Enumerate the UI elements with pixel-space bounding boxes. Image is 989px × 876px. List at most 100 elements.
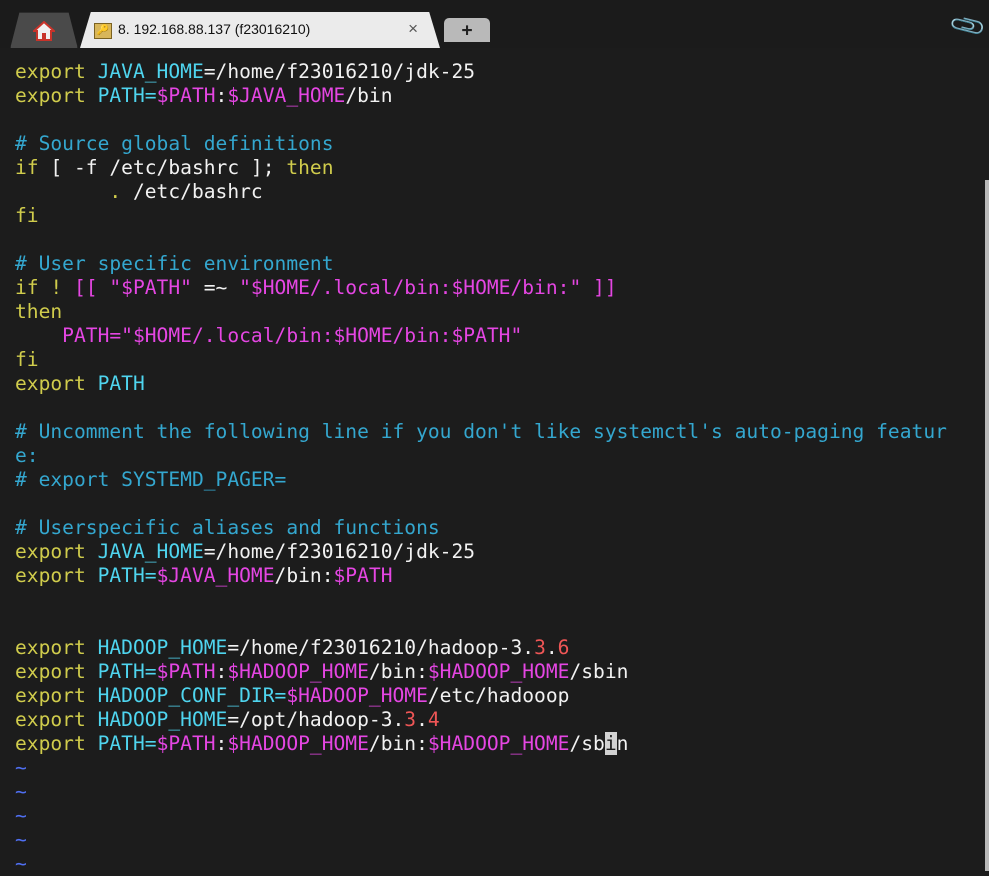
code-token: : [215, 84, 228, 107]
code-token: # Source global definitions [15, 132, 334, 155]
code-token: $HADOOP_HOME [286, 684, 428, 707]
text-cursor: i [604, 732, 617, 755]
code-token: # export SYSTEMD_PAGER= [15, 468, 287, 491]
code-token: $JAVA_HOME [156, 564, 275, 587]
home-tab[interactable] [10, 12, 78, 49]
editor-line: PATH="$HOME/.local/bin:$HOME/bin:$PATH" [15, 324, 522, 348]
code-token: PATH= [97, 732, 157, 755]
code-token: e: [15, 444, 39, 467]
code-token: 3 [404, 708, 417, 731]
editor-line: export PATH=$PATH:$HADOOP_HOME/bin:$HADO… [15, 660, 628, 684]
plus-icon: + [461, 19, 473, 41]
paperclip-icon[interactable]: 📎 [948, 6, 989, 46]
code-token: /bin [345, 84, 393, 107]
code-token: =/opt/hadoop-3. [227, 708, 405, 731]
editor-line: export JAVA_HOME=/home/f23016210/jdk-25 [15, 540, 475, 564]
session-tab[interactable]: 🔑 8. 192.168.88.137 (f23016210) × [80, 12, 440, 48]
code-token: /bin: [368, 660, 428, 683]
code-token: 6 [557, 636, 570, 659]
code-token: then [286, 156, 334, 179]
close-icon[interactable]: × [408, 19, 418, 39]
editor-line: export HADOOP_HOME=/opt/hadoop-3.3.4 [15, 708, 440, 732]
code-token: $PATH [333, 564, 393, 587]
code-token: "$HOME/.local/bin:$HOME/bin:$PATH" [121, 324, 523, 347]
code-token: # Uncomment the following line if you do… [15, 420, 947, 443]
code-token: $JAVA_HOME [227, 84, 346, 107]
editor-line: ~ [15, 828, 27, 852]
code-token: /bin: [368, 732, 428, 755]
home-icon [33, 21, 55, 41]
editor-line: # User specific environment [15, 252, 334, 276]
editor-line: # export SYSTEMD_PAGER= [15, 468, 286, 492]
code-token: /etc/hadooop [427, 684, 570, 707]
editor-line: e: [15, 444, 39, 468]
editor-line: ~ [15, 804, 27, 828]
code-token: /etc/bashrc [132, 180, 263, 203]
code-token: =/home/f23016210/hadoop-3. [227, 636, 535, 659]
code-token: HADOOP_HOME [97, 708, 228, 731]
editor-line: export HADOOP_CONF_DIR=$HADOOP_HOME/etc/… [15, 684, 569, 708]
code-token: $PATH [156, 660, 216, 683]
code-token: # User specific environment [15, 252, 334, 275]
code-token: =~ [191, 276, 240, 299]
code-token: . [416, 708, 428, 731]
code-token: fi [15, 348, 39, 371]
editor-line: fi [15, 204, 39, 228]
code-token: fi [15, 204, 39, 227]
code-token: PATH= [97, 84, 157, 107]
code-token: export [15, 732, 98, 755]
terminal-editor[interactable]: export JAVA_HOME=/home/f23016210/jdk-25 e… [0, 48, 985, 875]
code-token: "$HOME/.local/bin:$HOME/bin:" [239, 276, 582, 299]
code-token: $PATH [156, 732, 216, 755]
code-token: if [15, 156, 51, 179]
code-token: /sb [569, 732, 605, 755]
editor-line: export PATH=$JAVA_HOME/bin:$PATH [15, 564, 393, 588]
editor-line: if [ -f /etc/bashrc ]; then [15, 156, 334, 180]
code-token: JAVA_HOME [97, 60, 204, 83]
code-token: 3 [534, 636, 546, 659]
code-token: 4 [427, 708, 440, 731]
code-token: PATH= [15, 324, 122, 347]
code-token: ~ [15, 804, 27, 827]
editor-line: export PATH=$PATH:$JAVA_HOME/bin [15, 84, 393, 108]
code-token: PATH= [97, 564, 157, 587]
code-token: : [215, 660, 228, 683]
code-token: $PATH [156, 84, 216, 107]
code-token: . [545, 636, 558, 659]
code-token: [[ [73, 276, 110, 299]
new-tab-button[interactable]: + [444, 18, 490, 42]
code-token: if [15, 276, 51, 299]
code-token: PATH= [97, 660, 157, 683]
code-token: export [15, 540, 98, 563]
code-token: [ -f /etc/bashrc ]; [50, 156, 287, 179]
code-token: =/home/f23016210/jdk-25 [203, 60, 476, 83]
code-token: n [616, 732, 629, 755]
code-token: ~ [15, 780, 27, 803]
scrollbar[interactable] [985, 180, 989, 871]
code-token: ~ [15, 828, 27, 851]
editor-line: if ! [[ "$PATH" =~ "$HOME/.local/bin:$HO… [15, 276, 617, 300]
editor-line: ~ [15, 756, 27, 780]
editor-line: . /etc/bashrc [15, 180, 263, 204]
code-token: $HADOOP_HOME [227, 660, 369, 683]
code-token: . [15, 180, 133, 203]
code-token: ~ [15, 852, 27, 875]
code-token: ]] [581, 276, 617, 299]
editor-line: export HADOOP_HOME=/home/f23016210/hadoo… [15, 636, 569, 660]
tab-bar: 🔑 8. 192.168.88.137 (f23016210) × + 📎 [0, 0, 989, 49]
code-token: HADOOP_CONF_DIR= [97, 684, 287, 707]
editor-line: ~ [15, 852, 27, 876]
editor-line: # Userspecific aliases and functions [15, 516, 440, 540]
editor-line: fi [15, 348, 39, 372]
code-token: "$PATH" [109, 276, 192, 299]
code-token: =/home/f23016210/jdk-25 [203, 540, 476, 563]
code-token: JAVA_HOME [97, 540, 204, 563]
code-token: /bin: [274, 564, 334, 587]
code-token: ! [50, 276, 74, 299]
code-token: export [15, 84, 98, 107]
session-tab-title: 8. 192.168.88.137 (f23016210) [118, 21, 311, 37]
editor-line: ~ [15, 780, 27, 804]
editor-line: export PATH [15, 372, 145, 396]
code-token: # Userspecific aliases and functions [15, 516, 440, 539]
code-token: export [15, 684, 98, 707]
